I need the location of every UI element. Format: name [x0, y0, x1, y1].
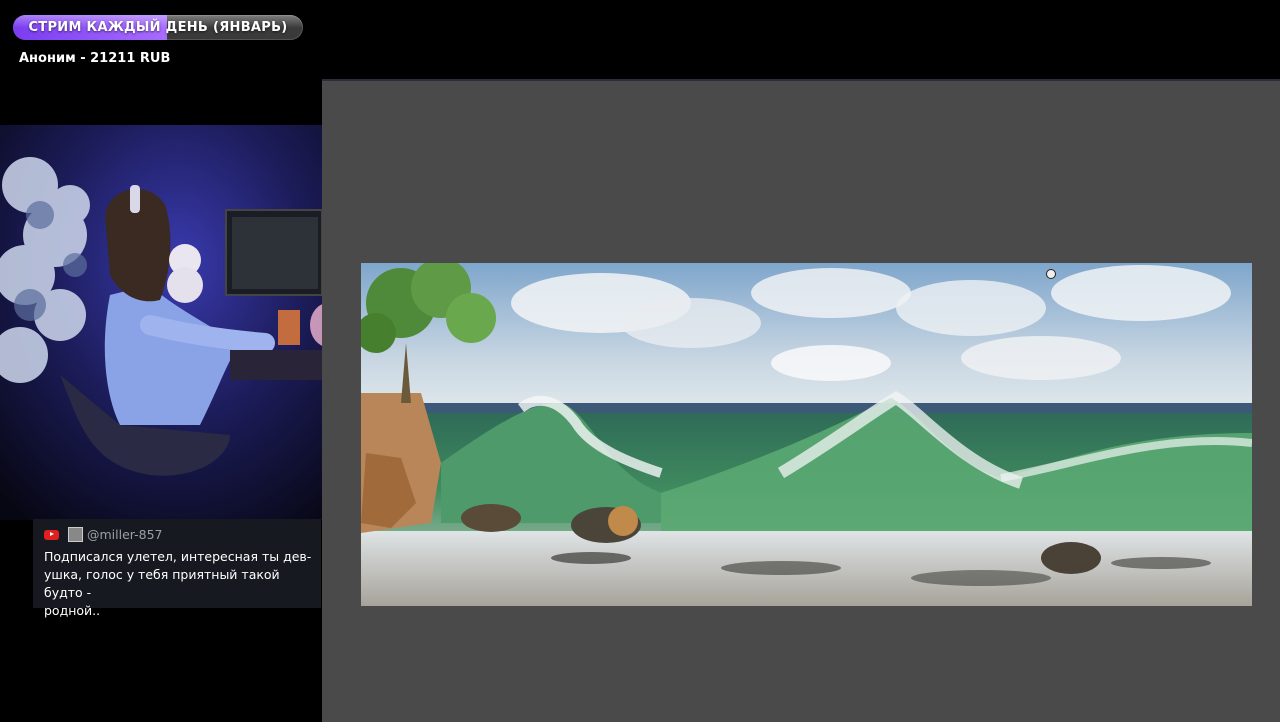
last-donation-text: Аноним - 21211 RUB	[19, 51, 171, 66]
donation-goal-bar: СТРИМ КАЖДЫЙ ДЕНЬ (ЯНВАРЬ)	[13, 15, 303, 40]
webcam-image	[0, 125, 322, 520]
goal-label: СТРИМ КАЖДЫЙ ДЕНЬ (ЯНВАРЬ)	[28, 20, 288, 35]
user-avatar-icon	[68, 527, 83, 542]
chat-message-line: ушка, голос у тебя приятный такой будто …	[44, 567, 280, 600]
magnifier-cursor-icon	[1046, 269, 1056, 279]
chat-message-overlay: @miller-857 Подписался улетел, интересна…	[33, 519, 321, 618]
youtube-icon	[44, 529, 59, 540]
chat-message-text: Подписался улетел, интересная ты дев- уш…	[44, 548, 316, 620]
painting-image	[361, 263, 1252, 606]
chat-message-line: родной..	[44, 603, 101, 618]
chat-message-line: Подписался улетел, интересная ты дев-	[44, 549, 312, 564]
seascape-painting	[361, 263, 1252, 606]
chat-username: @miller-857	[87, 527, 163, 542]
webcam-feed	[0, 125, 322, 520]
drawing-canvas[interactable]	[322, 79, 1280, 722]
